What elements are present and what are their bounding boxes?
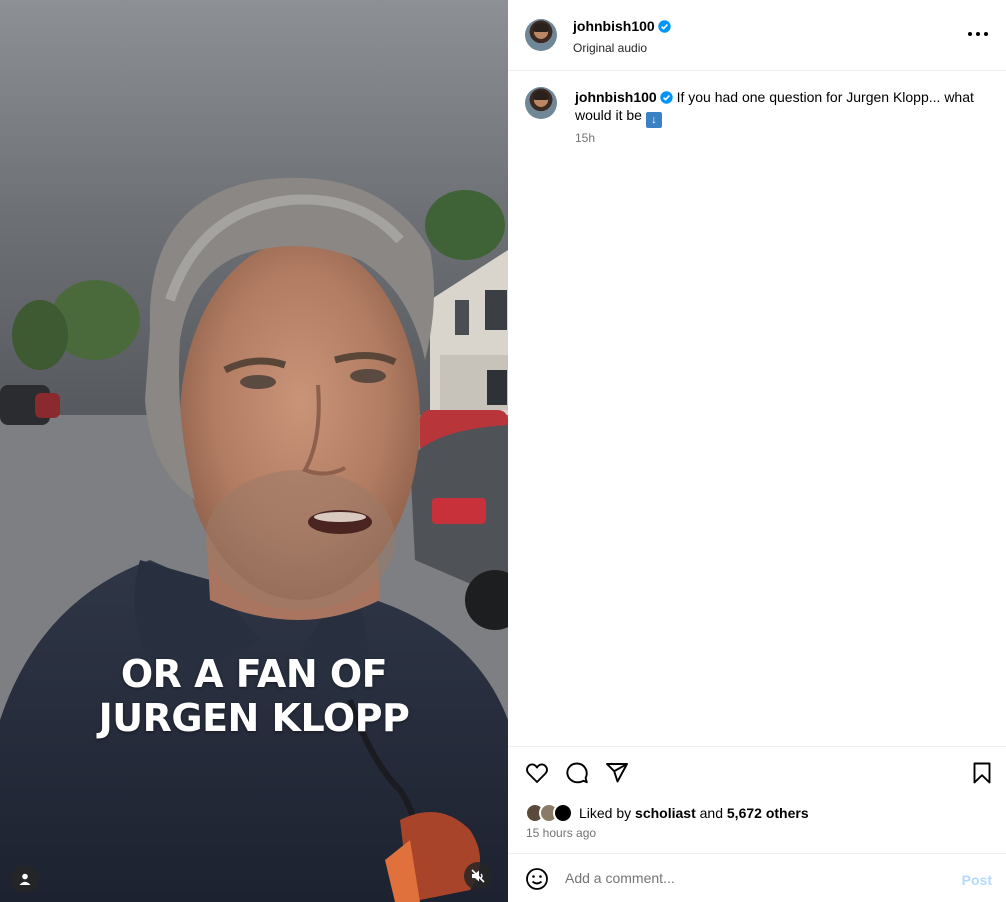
share-button[interactable] <box>604 760 630 786</box>
caption-username[interactable]: johnbish100 <box>575 89 657 105</box>
liked-by-user-link[interactable]: scholiast <box>635 805 696 821</box>
caption-line-1: OR A FAN OF <box>120 652 388 696</box>
caption-avatar[interactable] <box>525 87 557 119</box>
liker-avatar <box>553 803 573 823</box>
smiley-icon <box>526 868 548 890</box>
emoji-button[interactable] <box>524 866 550 892</box>
save-button[interactable] <box>969 760 995 786</box>
video-frame <box>0 0 508 902</box>
header-username[interactable]: johnbish100 <box>573 18 655 34</box>
liker-avatars <box>525 803 575 823</box>
original-audio-link[interactable]: Original audio <box>573 41 671 55</box>
header-user-block: johnbish100 Original audio <box>573 18 671 55</box>
reel-video[interactable]: OR A FAN OF JURGEN KLOPP <box>0 0 508 902</box>
verified-badge-icon <box>657 20 671 33</box>
heart-icon <box>526 763 548 783</box>
share-icon <box>606 763 628 783</box>
comment-button[interactable] <box>564 760 590 786</box>
post-comment-button[interactable]: Post <box>962 872 992 888</box>
caption-timestamp[interactable]: 15h <box>575 131 595 145</box>
person-icon <box>19 873 31 885</box>
bookmark-icon <box>973 762 991 784</box>
caption-line-2: JURGEN KLOPP <box>98 696 410 740</box>
post-details-panel: johnbish100 Original audio johnbish100 I… <box>508 0 1006 902</box>
speaker-muted-icon <box>471 869 485 883</box>
more-options-icon <box>968 32 972 36</box>
liked-by-prefix: Liked by <box>579 805 632 821</box>
more-options-button[interactable] <box>968 26 988 42</box>
liked-by-others-link[interactable]: 5,672 others <box>727 805 809 821</box>
comment-icon <box>566 762 588 784</box>
liked-by-and: and <box>699 805 723 821</box>
tagged-users-button[interactable] <box>11 865 39 893</box>
mute-toggle-button[interactable] <box>464 862 492 890</box>
down-arrow-emoji-icon: ↓ <box>645 112 662 128</box>
likes-summary: Liked by scholiast and 5,672 others <box>525 803 809 823</box>
post-header: johnbish100 Original audio <box>508 0 1006 71</box>
verified-badge-icon <box>659 91 673 104</box>
video-caption: OR A FAN OF JURGEN KLOPP <box>0 652 508 740</box>
avatar[interactable] <box>525 19 557 51</box>
comment-input[interactable] <box>565 870 945 886</box>
post-timestamp[interactable]: 15 hours ago <box>526 826 596 840</box>
post-actions: Liked by scholiast and 5,672 others 15 h… <box>508 746 1006 853</box>
comment-composer: Post <box>508 853 1006 902</box>
like-button[interactable] <box>524 760 550 786</box>
caption-comment: johnbish100 If you had one question for … <box>575 88 985 128</box>
